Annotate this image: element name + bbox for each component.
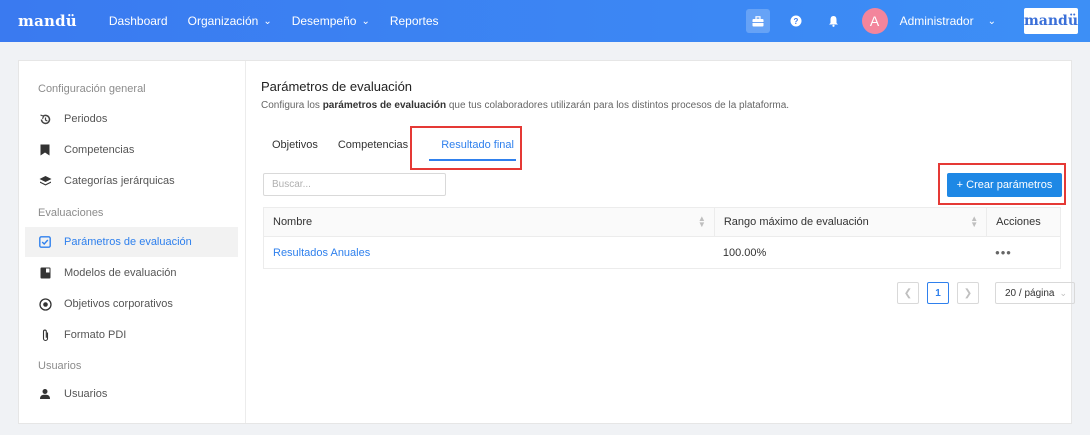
- nav-dashboard[interactable]: Dashboard: [99, 0, 178, 42]
- user-name[interactable]: Administrador: [900, 14, 974, 28]
- svg-text:?: ?: [793, 17, 798, 26]
- company-logo: mandü: [1024, 8, 1078, 34]
- row-range: 100.00%: [722, 246, 767, 259]
- next-page-button[interactable]: ❯: [957, 282, 979, 304]
- sidebar-heading: Evaluaciones: [38, 207, 104, 219]
- sidebar-item-categorias[interactable]: Categorías jerárquicas: [25, 166, 238, 196]
- chevron-down-icon: ⌄: [1059, 287, 1067, 298]
- column-header-rango[interactable]: Rango máximo de evaluación ▲ ▼: [713, 208, 986, 236]
- tab-objetivos[interactable]: Objetivos: [261, 127, 329, 163]
- main-nav: Dashboard Organización ⌄ Desempeño ⌄ Repor…: [99, 0, 449, 42]
- paperclip-icon: [38, 328, 52, 342]
- help-icon[interactable]: ?: [784, 9, 808, 33]
- settings-card: Configuración general Periodos Competenc…: [18, 60, 1075, 424]
- sort-icon[interactable]: ▲ ▼: [698, 215, 706, 229]
- nav-label: Dashboard: [108, 14, 168, 28]
- create-parameters-button[interactable]: + Crear parámetros: [947, 173, 1062, 197]
- briefcase-icon[interactable]: [745, 9, 770, 33]
- sidebar-item-modelos[interactable]: Modelos de evaluación: [25, 258, 238, 288]
- settings-sidebar: Configuración general Periodos Competenc…: [19, 61, 246, 423]
- chevron-down-icon: ⌄: [361, 15, 370, 27]
- sidebar-item-label: Formato PDI: [64, 329, 127, 341]
- sidebar-item-label: Parámetros de evaluación: [64, 236, 192, 248]
- sidebar-item-parametros[interactable]: Parámetros de evaluación: [25, 227, 238, 257]
- sidebar-item-competencias[interactable]: Competencias: [25, 135, 238, 165]
- sidebar-item-formato-pdi[interactable]: Formato PDI: [25, 320, 238, 350]
- sidebar-item-label: Usuarios: [64, 388, 108, 400]
- sidebar-item-label: Categorías jerárquicas: [64, 175, 175, 187]
- highlight-box: [410, 126, 522, 170]
- subtitle-text: Configura los: [261, 100, 323, 111]
- sidebar-item-usuarios[interactable]: Usuarios: [25, 379, 238, 409]
- nav-desempeno[interactable]: Desempeño ⌄: [282, 0, 380, 42]
- subtitle-emphasis: parámetros de evaluación: [322, 100, 447, 111]
- prev-page-button[interactable]: ❮: [897, 282, 919, 304]
- row-actions: •••: [986, 237, 1060, 268]
- target-icon: [38, 297, 52, 311]
- nav-label: Reportes: [389, 14, 439, 28]
- sort-icon[interactable]: ▲ ▼: [970, 215, 978, 229]
- chevron-down-icon[interactable]: ⌄: [988, 16, 996, 27]
- chevron-down-icon: ⌄: [263, 15, 272, 27]
- sidebar-item-label: Periodos: [64, 113, 108, 125]
- nav-label: Desempeño: [291, 14, 357, 28]
- sidebar-heading: Usuarios: [38, 360, 82, 372]
- sidebar-heading: Configuración general: [38, 83, 146, 95]
- user-icon: [38, 387, 52, 401]
- sidebar-item-objetivos[interactable]: Objetivos corporativos: [25, 289, 238, 319]
- column-label: Nombre: [273, 216, 313, 228]
- page-size-select[interactable]: 20 / página ⌄: [995, 282, 1075, 304]
- column-label: Rango máximo de evaluación: [723, 216, 869, 228]
- pagination: ❮ 1 ❯ 20 / página ⌄: [897, 282, 1075, 304]
- history-icon: [38, 112, 52, 126]
- search-input[interactable]: [263, 173, 446, 196]
- nav-organizacion[interactable]: Organización ⌄: [178, 0, 282, 42]
- table-header: Nombre ▲ ▼ Rango máximo de evaluación ▲ ▼ …: [264, 208, 1060, 237]
- sidebar-item-label: Objetivos corporativos: [64, 298, 173, 310]
- bell-icon[interactable]: [822, 9, 846, 33]
- more-icon[interactable]: •••: [995, 245, 1012, 260]
- page-subtitle: Configura los parámetros de evaluación q…: [261, 100, 789, 111]
- sidebar-item-label: Modelos de evaluación: [64, 267, 177, 279]
- book-icon: [38, 266, 52, 280]
- top-right-actions: ? A Administrador ⌄ mandü: [745, 0, 1090, 42]
- parameters-table: Nombre ▲ ▼ Rango máximo de evaluación ▲ ▼ …: [263, 207, 1061, 269]
- layers-icon: [38, 174, 52, 188]
- nav-reportes[interactable]: Reportes: [380, 0, 449, 42]
- logo[interactable]: mandü: [18, 12, 77, 30]
- sidebar-item-periodos[interactable]: Periodos: [25, 104, 238, 134]
- sidebar-item-label: Competencias: [64, 144, 135, 156]
- table-row: Resultados Anuales 100.00% •••: [264, 237, 1060, 268]
- bookmark-icon: [38, 143, 52, 157]
- column-header-acciones: Acciones: [986, 208, 1060, 236]
- checkbox-icon: [38, 235, 52, 249]
- page-size-label: 20 / página: [1005, 287, 1055, 299]
- page-number[interactable]: 1: [927, 282, 949, 304]
- nav-label: Organización: [187, 14, 259, 28]
- column-header-nombre[interactable]: Nombre ▲ ▼: [264, 208, 714, 236]
- page-title: Parámetros de evaluación: [261, 79, 413, 94]
- top-navbar: mandü Dashboard Organización ⌄ Desempeño ⌄…: [0, 0, 1090, 42]
- row-name-link[interactable]: Resultados Anuales: [264, 237, 714, 268]
- column-label: Acciones: [996, 216, 1041, 228]
- tab-competencias[interactable]: Competencias: [329, 127, 419, 163]
- subtitle-text: que tus colaboradores utilizarán para lo…: [446, 100, 790, 111]
- avatar[interactable]: A: [861, 8, 888, 34]
- main-content: Parámetros de evaluación Configura los p…: [261, 61, 1075, 423]
